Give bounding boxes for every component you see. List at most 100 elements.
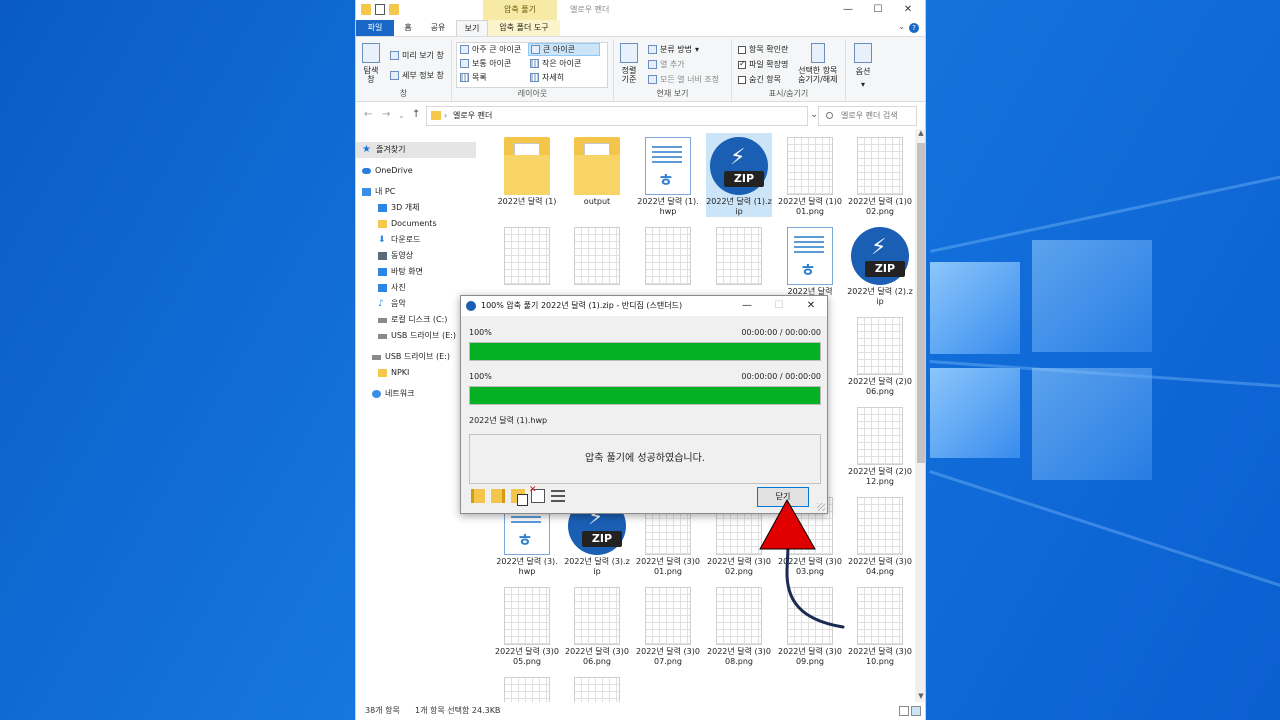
file-item[interactable]: 2022년 달력 (1)001.png [777,133,843,217]
close-button[interactable]: ✕ [893,0,923,20]
nav-item-label: 음악 [391,299,406,308]
hide-selected-button[interactable]: 선택한 항목 숨기기/해제 [798,43,838,84]
nav-item[interactable]: 내 PC [356,184,395,200]
back-arrow-icon[interactable]: ← [364,109,372,120]
close-button[interactable]: 닫기 [757,487,809,507]
properties-icon[interactable] [375,4,385,15]
file-item[interactable]: 2022년 달력 (3)009.png [777,583,843,667]
file-item[interactable]: 2022년 달력 (3)010.png [847,583,913,667]
image-thumbnail [504,587,550,645]
layout-details[interactable]: 자세히 [530,72,564,83]
nav-item[interactable]: OneDrive [356,163,413,179]
forward-arrow-icon[interactable]: → [382,109,390,120]
preview-pane-button[interactable]: 미리 보기 창 [390,50,444,61]
file-item[interactable]: 2022년 달력 (3)007.png [635,583,701,667]
tab-view[interactable]: 보기 [456,20,488,36]
checkbox[interactable] [738,45,746,54]
file-item[interactable] [706,223,772,287]
layout-large-icons[interactable]: 큰 아이콘 [528,43,600,56]
address-field[interactable]: › 엘로우 펜더 [426,106,808,126]
menu-icon[interactable] [551,490,565,502]
checkbox[interactable] [738,75,746,84]
file-item[interactable]: 2022년 달력 (2)012.png [847,403,913,487]
maximize-button[interactable]: ☐ [863,0,893,20]
scroll-thumb[interactable] [917,143,925,463]
layout-small-icons[interactable]: 작은 아이콘 [530,58,581,69]
details-pane-icon [390,71,399,80]
nav-item[interactable]: 동영상 [356,248,413,264]
open-archive-icon[interactable] [491,489,505,503]
tab-home[interactable]: 홈 [394,20,422,36]
checkbox-checked[interactable] [738,59,746,69]
file-item[interactable]: 2022년 달력 (3)006.png [564,583,630,667]
tab-share[interactable]: 공유 [422,20,454,36]
nav-item[interactable]: 바탕 화면 [356,264,423,280]
help-icon[interactable]: ? [909,23,919,33]
large-icons-view-icon[interactable] [911,706,921,716]
nav-item-label: 즐겨찾기 [376,145,406,154]
nav-item[interactable]: ★ 즐겨찾기 [356,142,476,158]
file-item[interactable]: output [564,133,630,207]
nav-item[interactable]: USB 드라이브 (E:) [356,328,456,344]
image-thumbnail [504,227,550,285]
breadcrumb[interactable]: 엘로우 펜더 [453,111,492,120]
layout-medium-icons[interactable]: 보통 아이콘 [460,58,511,69]
vertical-scrollbar[interactable]: ▲ ▼ [915,129,925,704]
fit-columns-button[interactable]: 모든 열 너비 조정 [648,74,719,85]
minimize-button[interactable]: — [731,296,763,316]
dialog-titlebar[interactable]: 100% 압축 풀기 2022년 달력 (1).zip - 반디집 (스탠더드)… [461,296,827,316]
file-item[interactable] [635,223,701,287]
file-item[interactable]: 2022년 달력 (2)006.png [847,313,913,397]
explorer-titlebar[interactable]: 압축 풀기 엘로우 펜더 — ☐ ✕ [356,0,925,20]
file-extension-toggle[interactable]: 파일 확장명 [738,59,788,70]
up-arrow-icon[interactable]: ↑ [412,109,420,120]
hidden-items-toggle[interactable]: 숨긴 항목 [738,74,781,85]
nav-item[interactable]: Documents [356,216,437,232]
group-by-button[interactable]: 분류 방법 ▾ [648,44,699,55]
file-item[interactable]: ㅎ 2022년 달력 [777,223,843,297]
image-thumbnail [787,137,833,195]
file-item[interactable]: 2022년 달력 (3)008.png [706,583,772,667]
tab-file[interactable]: 파일 [356,20,394,36]
resize-grip[interactable] [817,503,825,511]
chevron-down-icon[interactable]: ⌄ [898,22,905,31]
open-folder-icon[interactable] [471,489,485,503]
file-item[interactable]: ⚡ ZIP 2022년 달력 (1).zip [706,133,772,217]
options-button[interactable]: 옵션 ▾ [854,43,872,89]
file-item[interactable]: 2022년 달력 (1)002.png [847,133,913,217]
file-item[interactable]: 2022년 달력 (3)004.png [847,493,913,577]
item-checkbox-toggle[interactable]: 항목 확인란 [738,44,788,55]
bandizip-app-icon [466,301,476,311]
nav-item[interactable]: 네트워크 [356,386,414,402]
delete-archive-icon[interactable] [529,485,545,503]
file-item[interactable]: ㅎ 2022년 달력 (1).hwp [635,133,701,217]
add-column-button[interactable]: 열 추가 [648,59,685,70]
new-folder-icon[interactable] [389,4,399,15]
file-item[interactable] [494,223,560,287]
recent-chevron-icon[interactable]: ⌄ [398,111,405,120]
nav-item[interactable]: 로컬 디스크 (C:) [356,312,447,328]
file-item[interactable] [564,223,630,287]
details-view-icon[interactable] [899,706,909,716]
close-x-button[interactable]: ✕ [795,296,827,316]
copy-files-icon[interactable] [511,489,528,506]
layout-xl-icons[interactable]: 아주 큰 아이콘 [460,44,521,55]
sort-by-button[interactable]: 정렬 기준 [620,43,638,84]
nav-item[interactable]: USB 드라이브 (E:) [356,349,450,365]
search-input[interactable]: 엘로우 펜더 검색 [818,106,917,126]
layout-list[interactable]: 목록 [460,72,487,83]
minimize-button[interactable]: — [833,0,863,20]
file-item[interactable]: 2022년 달력 (3)005.png [494,583,560,667]
ribbon-group-layout: 아주 큰 아이콘 큰 아이콘 보통 아이콘 작은 아이콘 목록 자세히 레이아웃 [452,39,614,101]
file-item[interactable]: ⚡ ZIP 2022년 달력 (2).zip [847,223,913,307]
nav-item[interactable]: ♪ 음악 [356,296,406,312]
nav-item[interactable]: 사진 [356,280,406,296]
nav-pane-button[interactable]: 탐색 창 [362,43,380,84]
nav-item[interactable]: NPKI [356,365,409,381]
scroll-up-icon[interactable]: ▲ [915,129,925,141]
tab-compressed-folder-tools[interactable]: 압축 폴더 도구 [488,20,560,36]
nav-item[interactable]: ⬇ 다운로드 [356,232,420,248]
nav-item[interactable]: 3D 개체 [356,200,420,216]
details-pane-button[interactable]: 세부 정보 창 [390,70,444,81]
file-item[interactable]: 2022년 달력 (1) [494,133,560,207]
